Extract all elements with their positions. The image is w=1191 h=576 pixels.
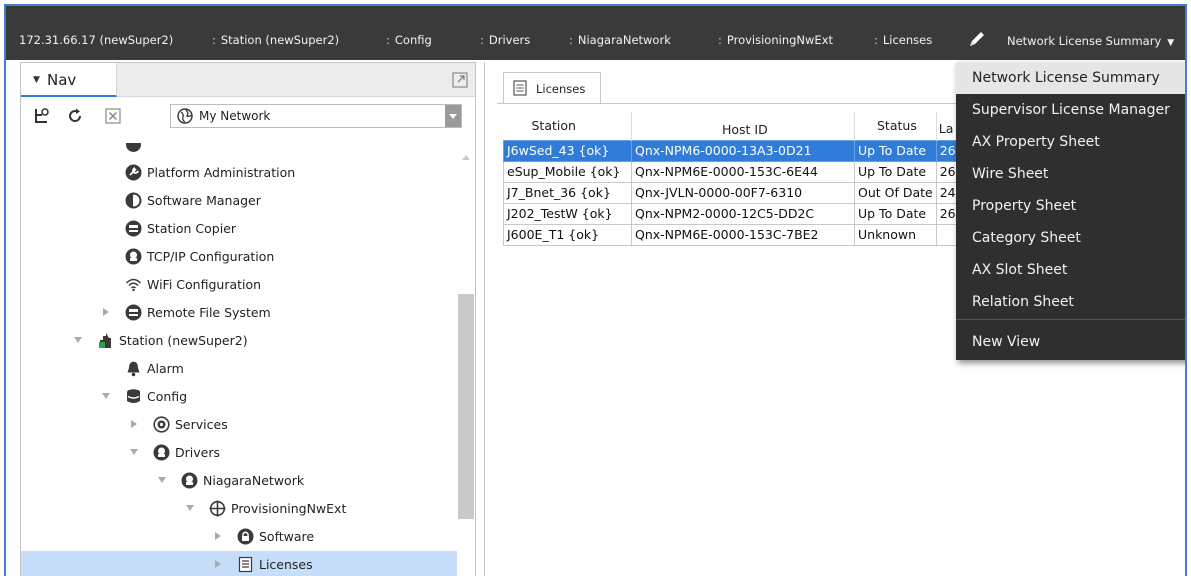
file-system-icon bbox=[125, 304, 142, 321]
tree-root-icon[interactable] bbox=[33, 107, 51, 125]
breadcrumb-licenses[interactable]: : Licenses bbox=[874, 33, 932, 47]
tree-item-software[interactable]: Software bbox=[21, 523, 457, 551]
triangle-down-icon[interactable]: ▼ bbox=[33, 75, 40, 85]
collapse-arrow-icon[interactable] bbox=[101, 391, 111, 401]
nav-panel: ▼ Nav My Network Platform Administration… bbox=[20, 62, 476, 576]
tree-item-niagara-network[interactable]: NiagaraNetwork bbox=[21, 467, 457, 495]
tree-item-drivers[interactable]: Drivers bbox=[21, 439, 457, 467]
software-icon bbox=[125, 192, 142, 209]
tree-item-partial bbox=[21, 143, 457, 157]
niagara-network-icon bbox=[181, 472, 198, 489]
breadcrumb: 172.31.66.17 (newSuper2) : Station (newSu… bbox=[6, 6, 1185, 60]
view-selector[interactable]: Network License Summary ▼ bbox=[1007, 34, 1174, 48]
table-row[interactable]: J7_Bnet_36 {ok} Qnx-JVLN-0000-00F7-6310 … bbox=[503, 181, 960, 204]
tree-item-services[interactable]: Services bbox=[21, 411, 457, 439]
table-row[interactable]: J6wSed_43 {ok} Qnx-NPM6-0000-13A3-0D21 U… bbox=[503, 139, 960, 162]
pencil-icon[interactable] bbox=[966, 28, 988, 50]
services-icon bbox=[153, 416, 170, 433]
bell-icon bbox=[127, 361, 140, 377]
menu-item-ax-property-sheet[interactable]: AX Property Sheet bbox=[956, 126, 1185, 158]
tree-item-remote-file-system[interactable]: Remote File System bbox=[21, 299, 457, 327]
tree-item-software-manager[interactable]: Software Manager bbox=[21, 187, 457, 215]
table-row[interactable]: eSup_Mobile {ok} Qnx-NPM6E-0000-153C-6E4… bbox=[503, 160, 960, 183]
menu-divider bbox=[956, 319, 1185, 320]
database-icon bbox=[127, 389, 140, 403]
nav-tab[interactable]: ▼ Nav bbox=[21, 63, 117, 97]
column-header-status[interactable]: Status bbox=[854, 112, 937, 140]
breadcrumb-provisioning[interactable]: : ProvisioningNwExt bbox=[718, 33, 833, 47]
nav-tree: Platform Administration Software Manager… bbox=[21, 143, 457, 576]
breadcrumb-config[interactable]: : Config bbox=[386, 33, 432, 47]
expand-arrow-icon[interactable] bbox=[101, 307, 111, 317]
tree-item-provisioning[interactable]: ProvisioningNwExt bbox=[21, 495, 457, 523]
scroll-up-icon[interactable] bbox=[462, 155, 470, 160]
wifi-icon bbox=[126, 278, 141, 292]
menu-item-property-sheet[interactable]: Property Sheet bbox=[956, 190, 1185, 222]
table-row[interactable]: J600E_T1 {ok} Qnx-NPM6E-0000-153C-7BE2 U… bbox=[503, 223, 960, 246]
tree-item-licenses[interactable]: Licenses bbox=[21, 551, 457, 576]
table-header: Station Host ID Status La bbox=[503, 112, 960, 140]
menu-item-supervisor-license-manager[interactable]: Supervisor License Manager bbox=[956, 94, 1185, 126]
close-icon[interactable] bbox=[104, 107, 122, 125]
menu-item-wire-sheet[interactable]: Wire Sheet bbox=[956, 158, 1185, 190]
collapse-arrow-icon[interactable] bbox=[129, 447, 139, 457]
column-header-station[interactable]: Station bbox=[503, 112, 632, 140]
tree-item-platform-administration[interactable]: Platform Administration bbox=[21, 159, 457, 187]
menu-item-relation-sheet[interactable]: Relation Sheet bbox=[956, 286, 1185, 318]
tree-item-alarm[interactable]: Alarm bbox=[21, 355, 457, 383]
tree-item-tcpip-configuration[interactable]: TCP/IP Configuration bbox=[21, 243, 457, 271]
nav-scrollbar-thumb[interactable] bbox=[458, 294, 474, 519]
tree-item-station-copier[interactable]: Station Copier bbox=[21, 215, 457, 243]
document-icon bbox=[513, 80, 527, 96]
maximize-icon[interactable] bbox=[452, 72, 468, 88]
nav-toolbar: My Network bbox=[21, 98, 475, 134]
breadcrumb-station[interactable]: : Station (newSuper2) bbox=[212, 33, 339, 47]
network-config-icon bbox=[125, 248, 142, 265]
menu-item-new-view[interactable]: New View bbox=[956, 326, 1185, 358]
software-lock-icon bbox=[237, 528, 254, 545]
breadcrumb-host[interactable]: 172.31.66.17 (newSuper2) bbox=[14, 33, 173, 47]
collapse-arrow-icon[interactable] bbox=[157, 475, 167, 485]
nav-title: Nav bbox=[47, 71, 77, 89]
expand-arrow-icon[interactable] bbox=[129, 419, 139, 429]
tree-item-station[interactable]: Station (newSuper2) bbox=[21, 327, 457, 355]
tree-item-config[interactable]: Config bbox=[21, 383, 457, 411]
column-header-host-id[interactable]: Host ID bbox=[631, 112, 855, 140]
menu-item-ax-slot-sheet[interactable]: AX Slot Sheet bbox=[956, 254, 1185, 286]
expand-arrow-icon[interactable] bbox=[213, 559, 223, 569]
gear-icon bbox=[125, 164, 142, 181]
nav-header: ▼ Nav bbox=[21, 63, 475, 97]
menu-item-network-license-summary[interactable]: Network License Summary bbox=[956, 62, 1185, 94]
provisioning-icon bbox=[209, 500, 226, 517]
window-frame: 172.31.66.17 (newSuper2) : Station (newSu… bbox=[4, 4, 1187, 576]
refresh-icon[interactable] bbox=[66, 107, 84, 125]
caret-down-icon: ▼ bbox=[1167, 38, 1175, 48]
station-icon bbox=[99, 333, 111, 348]
drivers-icon bbox=[153, 444, 170, 461]
expand-arrow-icon[interactable] bbox=[213, 531, 223, 541]
view-menu: Network License Summary Supervisor Licen… bbox=[956, 62, 1185, 360]
globe-icon bbox=[177, 108, 193, 124]
document-icon bbox=[238, 556, 253, 573]
tree-item-wifi-configuration[interactable]: WiFi Configuration bbox=[21, 271, 457, 299]
breadcrumb-niagara-network[interactable]: : NiagaraNetwork bbox=[569, 33, 671, 47]
table-row[interactable]: J202_TestW {ok} Qnx-NPM2-0000-12C5-DD2C … bbox=[503, 202, 960, 225]
dropdown-arrow-icon[interactable] bbox=[445, 105, 461, 127]
tab-licenses[interactable]: Licenses bbox=[503, 72, 601, 103]
generic-node-icon bbox=[126, 143, 141, 152]
licenses-table: Station Host ID Status La J6wSed_43 {ok}… bbox=[503, 112, 960, 246]
breadcrumb-drivers[interactable]: : Drivers bbox=[480, 33, 530, 47]
collapse-arrow-icon[interactable] bbox=[73, 335, 83, 345]
network-select[interactable]: My Network bbox=[170, 104, 462, 128]
copier-icon bbox=[125, 220, 142, 237]
menu-item-category-sheet[interactable]: Category Sheet bbox=[956, 222, 1185, 254]
collapse-arrow-icon[interactable] bbox=[185, 503, 195, 513]
